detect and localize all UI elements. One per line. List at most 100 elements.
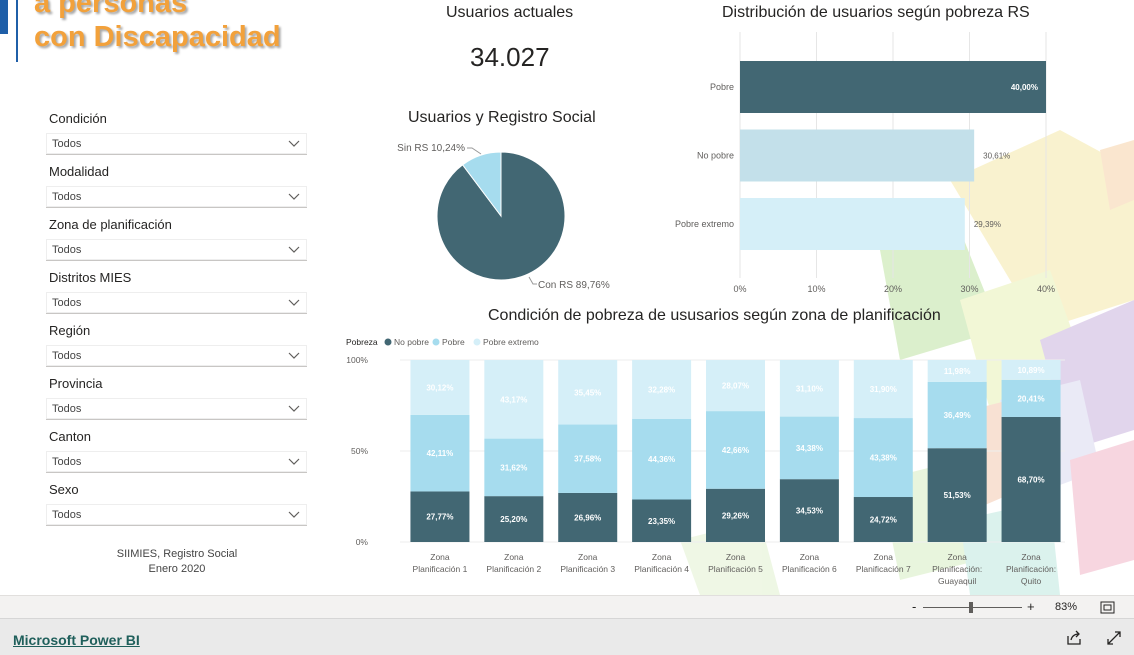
filter-dropdown[interactable]: Todos	[46, 292, 307, 314]
stack-data-label: 26,96%	[574, 513, 601, 522]
stack-category-label: Zona	[726, 552, 746, 562]
hbar-data-label: 40,00%	[1011, 83, 1038, 92]
stack-category-label: Zona	[800, 552, 820, 562]
legend-marker	[473, 338, 481, 346]
filter-value: Todos	[52, 191, 82, 203]
stack-data-label: 27,77%	[426, 513, 453, 522]
filter-label: Canton	[49, 429, 91, 444]
hbar-data-label: 30,61%	[983, 152, 1010, 161]
stack-category-label: Planificación:	[1006, 564, 1056, 574]
chevron-down-icon	[288, 299, 300, 306]
hbar-x-tick: 10%	[807, 284, 825, 294]
pie-chart-title: Usuarios y Registro Social	[408, 109, 596, 126]
source-line-2: Enero 2020	[148, 563, 206, 575]
logo-line-2: con Discapacidad	[34, 21, 281, 53]
filter-dropdown[interactable]: Todos	[46, 451, 307, 473]
stack-category-label: Planificación 1	[413, 564, 468, 574]
stack-data-label: 68,70%	[1017, 475, 1044, 484]
zoom-bar: - + 83%	[0, 595, 1134, 618]
fit-to-page-icon[interactable]	[1100, 601, 1115, 614]
stacked-bar-chart[interactable]: Pobreza No pobre Pobre Pobre extremo 0% 50% 10…	[340, 332, 1070, 594]
stack-category-label: Zona	[578, 552, 598, 562]
stack-category-label: Zona	[430, 552, 450, 562]
stack-data-label: 35,45%	[574, 388, 601, 397]
legend-marker	[432, 338, 440, 346]
hbar-x-tick: 40%	[1037, 284, 1055, 294]
filter-value: Todos	[52, 509, 82, 521]
filter-dropdown[interactable]: Todos	[46, 345, 307, 367]
stack-category-label: Planificación 6	[782, 564, 837, 574]
stack-category-label: Planificación 4	[634, 564, 689, 574]
stack-category-label: Zona	[947, 552, 967, 562]
stack-category-label: Planificación 2	[486, 564, 541, 574]
chevron-down-icon	[288, 140, 300, 147]
stack-data-label: 31,10%	[796, 384, 823, 393]
stack-data-label: 30,12%	[426, 383, 453, 392]
filter-dropdown[interactable]: Todos	[46, 239, 307, 261]
stack-category-label: Planificación 5	[708, 564, 763, 574]
stack-category-label: Zona	[504, 552, 524, 562]
fullscreen-icon[interactable]	[1106, 630, 1122, 646]
filter-dropdown[interactable]: Todos	[46, 186, 307, 208]
filter-dropdown[interactable]: Todos	[46, 133, 307, 155]
hbar-bar	[740, 129, 975, 182]
powerbi-footer: Microsoft Power BI	[0, 618, 1134, 655]
stack-data-label: 20,41%	[1017, 394, 1044, 403]
zoom-in-button[interactable]: +	[1027, 599, 1035, 614]
stack-data-label: 34,53%	[796, 507, 823, 516]
stack-data-label: 29,26%	[722, 511, 749, 520]
zoom-level: 83%	[1055, 601, 1078, 613]
filter-label: Distritos MIES	[49, 270, 132, 285]
filter-dropdown[interactable]: Todos	[46, 504, 307, 526]
stack-data-label: 43,17%	[500, 395, 527, 404]
hbar-category-label: Pobre	[710, 82, 734, 92]
stack-category-label: Guayaquil	[938, 576, 976, 586]
stack-data-label: 43,38%	[870, 454, 897, 463]
hbar-data-label: 29,39%	[974, 220, 1001, 229]
share-icon[interactable]	[1066, 630, 1082, 646]
legend-item: Pobre extremo	[483, 337, 539, 347]
filter-dropdown[interactable]: Todos	[46, 398, 307, 420]
hbar-x-tick: 30%	[960, 284, 978, 294]
filter-value: Todos	[52, 244, 82, 256]
stack-data-label: 34,38%	[796, 444, 823, 453]
pie-leader-sin-rs	[467, 147, 482, 155]
zoom-out-button[interactable]: -	[912, 599, 916, 614]
pie-label-sin-rs: Sin RS 10,24%	[397, 143, 465, 154]
pie-chart[interactable]: Con RS 89,76% Sin RS 10,24%	[380, 132, 640, 297]
hbar-bar	[740, 61, 1046, 113]
filter-value: Todos	[52, 456, 82, 468]
filter-value: Todos	[52, 350, 82, 362]
powerbi-link[interactable]: Microsoft Power BI	[13, 632, 140, 648]
zoom-slider-tick	[972, 604, 973, 611]
stack-data-label: 51,53%	[944, 491, 971, 500]
filter-value: Todos	[52, 297, 82, 309]
stack-data-label: 23,35%	[648, 517, 675, 526]
legend-marker	[384, 338, 392, 346]
filter-label: Sexo	[49, 482, 79, 497]
hbar-bar	[740, 198, 965, 250]
hbar-x-tick: 20%	[884, 284, 902, 294]
stack-data-label: 37,58%	[574, 455, 601, 464]
filter-label: Región	[49, 323, 91, 338]
filter-label: Zona de planificación	[49, 217, 172, 232]
stack-data-label: 10,89%	[1017, 366, 1044, 375]
chevron-down-icon	[288, 352, 300, 359]
stack-category-label: Planificación:	[932, 564, 982, 574]
chevron-down-icon	[288, 458, 300, 465]
stack-y-tick: 50%	[351, 446, 368, 456]
chevron-down-icon	[288, 511, 300, 518]
hbar-category-label: Pobre extremo	[675, 219, 734, 229]
logo-line-1: a personas	[34, 0, 188, 19]
stack-data-label: 31,90%	[870, 385, 897, 394]
hbar-chart[interactable]: 0% 10% 20% 30% 40% Pobre 40,00% No pobre 30,61% P…	[650, 30, 1070, 302]
stack-data-label: 28,07%	[722, 382, 749, 391]
stack-category-label: Zona	[874, 552, 894, 562]
hbar-x-tick: 0%	[733, 284, 746, 294]
chevron-down-icon	[288, 246, 300, 253]
pie-leader-con-rs	[528, 276, 537, 285]
stack-y-tick: 100%	[346, 355, 368, 365]
stack-data-label: 42,66%	[722, 446, 749, 455]
kpi-value: 34.027	[470, 42, 550, 72]
stack-category-label: Quito	[1021, 576, 1042, 586]
